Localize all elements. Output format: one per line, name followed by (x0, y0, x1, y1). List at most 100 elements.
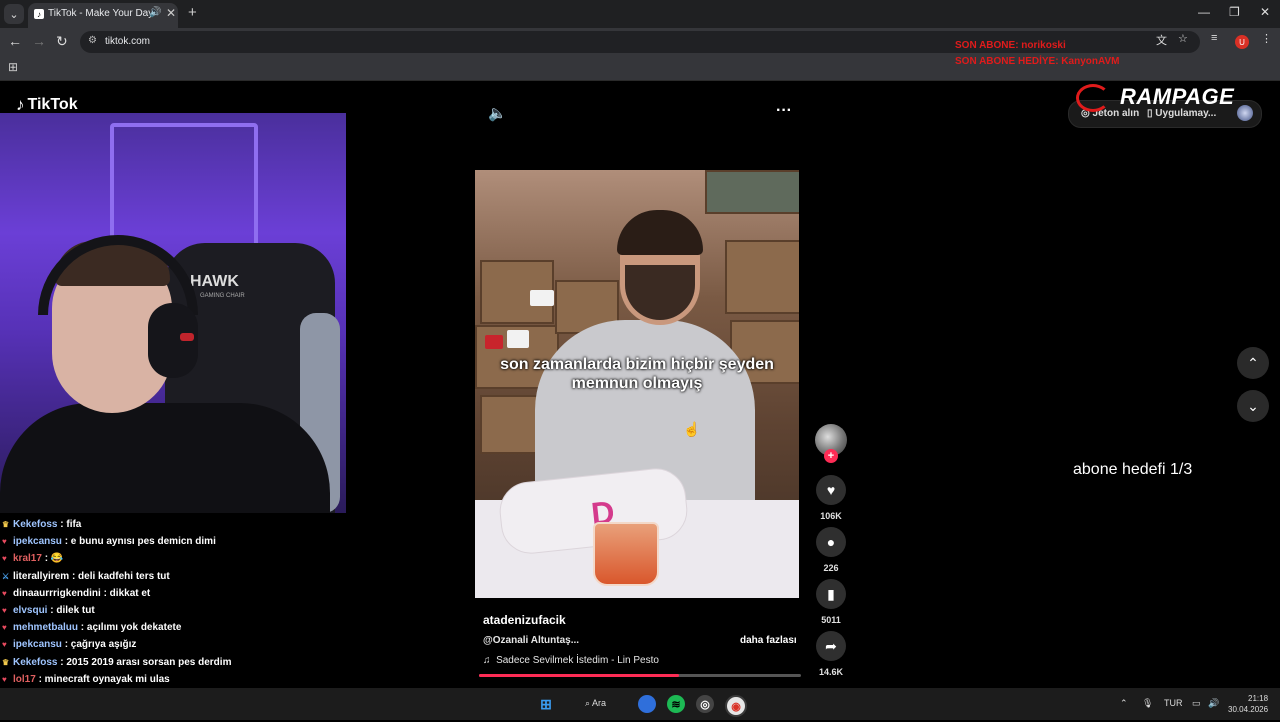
video-cup (593, 522, 659, 586)
chat-message: ♥ lol17 : minecraft oynayak mi ulas (0, 671, 330, 688)
volume-icon[interactable]: 🔈 (488, 104, 507, 122)
sub-badge-icon: ♥ (2, 588, 7, 598)
last-gift-sub-text: SON ABONE HEDİYE: KanyonAVM (955, 56, 1120, 67)
chat-message: ♛ Kekefoss : fifa (0, 516, 330, 533)
window-close-icon[interactable]: ✕ (1260, 5, 1270, 19)
tab-close-icon[interactable]: ✕ (166, 6, 176, 20)
like-count: 106K (820, 511, 842, 521)
chair-logo-sub: GAMING CHAIR (200, 293, 245, 299)
minimize-icon[interactable]: — (1198, 5, 1210, 19)
next-video-button[interactable]: ⌄ (1237, 390, 1269, 422)
tab-audio-icon[interactable]: 🔊 (149, 7, 161, 18)
translate-icon[interactable]: 文 (1156, 32, 1167, 48)
chat-message: ♥ dinaaurrrigkendini : dikkat et (0, 585, 330, 602)
tab-search-icon[interactable]: ⌄ (4, 4, 24, 24)
app-icon[interactable] (638, 695, 656, 713)
video-caption: son zamanlarda bizim hiçbir şeyden memnu… (500, 356, 774, 392)
taskbar-search-label: Ara (592, 698, 607, 708)
spotify-icon[interactable]: ≋ (667, 695, 685, 713)
shelf-item (507, 330, 529, 348)
video-description[interactable]: @Ozanali Altuntaş... (483, 635, 579, 646)
shelf-box (725, 240, 799, 314)
bookmark-icon: ▮ (827, 585, 835, 602)
shelf-item (530, 290, 554, 306)
sub-goal-text: abone hedefi 1/3 (1073, 461, 1193, 478)
chat-username[interactable]: elvsqui (13, 605, 47, 616)
hand-cursor-icon: ☝ (683, 421, 701, 437)
streamer-shirt (0, 403, 330, 513)
apps-grid-icon[interactable]: ⊞ (8, 60, 18, 74)
windows-start-icon[interactable]: ⊞ (537, 695, 555, 713)
new-tab-button[interactable]: + (188, 5, 197, 20)
tiktok-logo-text: TikTok (27, 96, 78, 113)
reload-icon[interactable]: ↻ (56, 34, 68, 48)
clock-date: 30.04.2026 (1228, 705, 1269, 714)
menu-kebab-icon[interactable]: ⋮ (1261, 32, 1272, 45)
site-info-icon[interactable]: ⚙ (88, 35, 97, 46)
chat-username[interactable]: kral17 (13, 553, 42, 564)
comment-button[interactable]: ● (816, 527, 846, 557)
more-options-icon[interactable]: ··· (776, 102, 792, 120)
video-music[interactable]: ♫ Sadece Sevilmek İstedim - Lin Pesto (483, 655, 659, 666)
chat-text: : e bunu aynısı pes demicn dimi (64, 536, 216, 548)
tray-chevron-icon[interactable]: ⌃ (1120, 698, 1128, 709)
chat-username[interactable]: mehmetbaluu (13, 622, 78, 633)
url-text[interactable]: tiktok.com (105, 36, 150, 47)
chat-text: : 😂 (44, 553, 64, 565)
chat-username[interactable]: ipekcansu (13, 536, 62, 547)
save-button[interactable]: ▮ (816, 579, 846, 609)
address-toolbar: ← → ↻ ⚙ tiktok.com 文 ☆ ≡ U ⋮ (0, 28, 1280, 56)
obs-icon[interactable]: ◎ (696, 695, 714, 713)
browser-tab[interactable]: ♪ TikTok - Make Your Day 🔊 ✕ (28, 3, 178, 28)
chat-username[interactable]: ipekcansu (13, 639, 62, 650)
forward-icon[interactable]: → (32, 34, 46, 48)
chat-username[interactable]: Kekefoss (13, 657, 57, 668)
chrome-icon[interactable]: ◉ (725, 695, 747, 717)
restore-icon[interactable]: ❐ (1229, 5, 1240, 19)
sub-badge-icon: ♥ (2, 605, 7, 615)
chair-logo: HAWK (190, 273, 239, 290)
comment-icon: ● (826, 534, 836, 550)
streamer-webcam: HAWK GAMING CHAIR (0, 113, 346, 513)
chat-username[interactable]: Kekefoss (13, 519, 57, 530)
taskbar-search[interactable]: ⌕ Ara (585, 698, 606, 709)
sub-badge-icon: ♥ (2, 623, 7, 633)
back-icon[interactable]: ← (8, 34, 22, 48)
follow-plus-icon[interactable]: + (824, 449, 838, 463)
chat-message: ♥ ipekcansu : e bunu aynısı pes demicn di… (0, 533, 330, 550)
profile-avatar[interactable]: U (1235, 35, 1249, 49)
clock-time: 21:18 (1248, 694, 1269, 703)
media-control-icon[interactable]: ≡ (1211, 32, 1217, 44)
chat-text: : fifa (60, 519, 82, 530)
last-sub-text: SON ABONE: norikoski (955, 40, 1066, 51)
share-button[interactable]: ➦ (816, 631, 846, 661)
chat-text: : dikkat et (103, 587, 151, 599)
chat-message: ♥ elvsqui : dilek tut (0, 602, 330, 619)
tiktok-favicon-icon: ♪ (34, 9, 44, 19)
headphone-accent (180, 333, 194, 341)
see-more-button[interactable]: daha fazlası (740, 635, 797, 646)
rampage-brand-text: RAMPAGE (1120, 84, 1235, 109)
tiktok-logo[interactable]: ♪ TikTok (16, 95, 78, 115)
chat-text: : çağrıya aşığız (64, 639, 137, 651)
bookmark-star-icon[interactable]: ☆ (1178, 32, 1188, 45)
network-icon[interactable]: ▭ (1192, 698, 1201, 709)
video-player[interactable]: D son zamanlarda bizim hiçbir şeyden mem… (475, 170, 799, 598)
chat-username[interactable]: dinaaurrrigkendini (13, 588, 101, 599)
crown-badge-icon: ♛ (2, 520, 10, 529)
chat-text: : deli kadfehi ters tut (71, 570, 170, 582)
music-note-icon: ♫ (483, 655, 491, 666)
microphone-icon[interactable]: 🎙 (1142, 698, 1153, 709)
sub-badge-icon: ♥ (2, 674, 7, 684)
previous-video-button[interactable]: ⌃ (1237, 347, 1269, 379)
chat-username[interactable]: lol17 (13, 674, 36, 685)
chat-username[interactable]: literallyirem (13, 571, 69, 582)
music-title: Sadece Sevilmek İstedim - Lin Pesto (496, 655, 659, 666)
like-button[interactable]: ♥ (816, 475, 846, 505)
video-progress-bar[interactable] (479, 674, 801, 677)
speaker-icon[interactable]: 🔊 (1208, 698, 1219, 709)
video-author[interactable]: atadenizufacik (483, 613, 566, 627)
taskbar-clock[interactable]: 21:18 30.04.2026 (1228, 693, 1268, 715)
input-language[interactable]: TUR (1164, 698, 1183, 708)
shelf-item (485, 335, 503, 349)
